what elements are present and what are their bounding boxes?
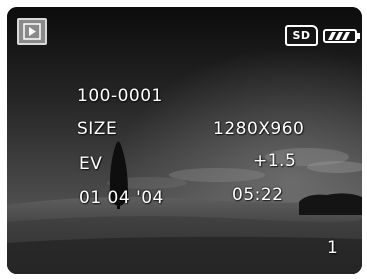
sd-card-label: SD xyxy=(292,29,311,42)
play-icon xyxy=(23,23,41,40)
size-label: SIZE xyxy=(77,119,118,139)
frame-index: 1 xyxy=(327,238,339,258)
sd-card-icon: SD xyxy=(285,25,318,46)
playback-photo xyxy=(7,7,362,274)
ev-value: +1.5 xyxy=(253,151,297,171)
battery-icon xyxy=(323,29,360,43)
ev-label: EV xyxy=(79,154,103,174)
capture-date: 01 04 '04 xyxy=(79,188,164,208)
file-number: 100-0001 xyxy=(77,86,163,106)
playback-mode-button[interactable] xyxy=(17,18,47,45)
size-value: 1280X960 xyxy=(213,119,305,139)
camera-lcd-screen: SD 100-0001 SIZE 1280X960 EV +1.5 01 04 … xyxy=(7,7,362,274)
capture-time: 05:22 xyxy=(232,185,284,205)
